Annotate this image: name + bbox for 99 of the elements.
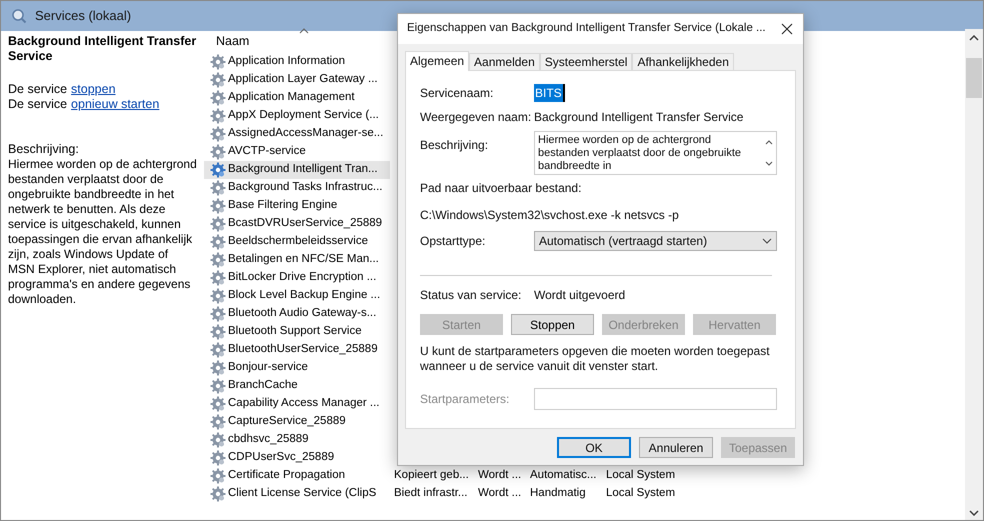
scroll-down-icon[interactable]	[765, 161, 773, 166]
gear-icon	[210, 486, 226, 502]
service-row[interactable]: AssignedAccessManager-se...	[204, 125, 390, 143]
table-cell-text: Local System	[606, 468, 676, 484]
scroll-thumb[interactable]	[966, 58, 982, 98]
action-text: De service	[8, 82, 68, 97]
gear-icon	[210, 198, 226, 214]
column-header[interactable]: Naam	[216, 32, 250, 51]
gear-icon	[210, 432, 226, 448]
service-row[interactable]: Capability Access Manager ...	[204, 395, 390, 413]
scroll-up-icon[interactable]	[969, 35, 979, 41]
table-cell-text: Handmatig	[530, 486, 587, 502]
service-row[interactable]: CaptureService_25889	[204, 413, 390, 431]
display-name-value: Background Intelligent Transfer Service	[534, 109, 744, 126]
gear-icon	[210, 144, 226, 160]
service-row[interactable]: Certificate Propagation	[204, 467, 390, 485]
action-text: De service	[8, 97, 68, 112]
service-name-value: BITS	[534, 84, 565, 102]
service-row[interactable]: Client License Service (ClipS	[204, 485, 390, 503]
gear-icon	[210, 288, 226, 304]
service-row[interactable]: Application Management	[204, 89, 390, 107]
service-row[interactable]: Application Information	[204, 53, 390, 71]
window-title: Services (lokaal)	[35, 7, 132, 26]
gear-icon	[210, 414, 226, 430]
search-icon	[11, 8, 27, 24]
description-text: Hiermee worden op de achtergrond bestanden verplaatst door de ongebruikte bandbreedte in het netwerk te benutten. Als deze service is uitgeschakeld, kunnen toepassingen die ervan afhankelijk zijn, zoals Windows Update of MSN Explorer, niet automatisch programma's en andere gegevens downloaden.	[8, 157, 197, 307]
dialog-button[interactable]: Annuleren	[639, 437, 713, 458]
table-cell-text: Wordt ...	[478, 468, 522, 484]
field-label: Status van service:	[420, 287, 522, 304]
service-title: Background Intelligent Transfer Service	[8, 34, 197, 64]
table-cell-text: Kopieert geb...	[394, 468, 470, 484]
scrollbar[interactable]	[965, 29, 983, 520]
gear-icon	[210, 90, 226, 106]
gear-icon	[210, 450, 226, 466]
service-row[interactable]: Bonjour-service	[204, 359, 390, 377]
scroll-up-icon[interactable]	[765, 140, 773, 145]
field-label: Weergegeven naam:	[420, 109, 532, 126]
service-row[interactable]: AVCTP-service	[204, 143, 390, 161]
service-row[interactable]: CDPUserSvc_25889	[204, 449, 390, 467]
gear-icon	[210, 54, 226, 70]
service-button[interactable]: Stoppen	[511, 314, 594, 335]
sort-caret-icon	[299, 28, 309, 34]
scroll-down-icon[interactable]	[969, 510, 979, 516]
service-row[interactable]: Beeldschermbeleidsservice	[204, 233, 390, 251]
service-row[interactable]: BcastDVRUserService_25889	[204, 215, 390, 233]
gear-icon	[210, 180, 226, 196]
gear-icon	[210, 234, 226, 250]
service-row[interactable]: BitLocker Drive Encryption ...	[204, 269, 390, 287]
service-row[interactable]: Bluetooth Support Service	[204, 323, 390, 341]
field-label: Opstarttype:	[420, 233, 486, 250]
service-row[interactable]: BranchCache	[204, 377, 390, 395]
service-row[interactable]: Background Tasks Infrastruc...	[204, 179, 390, 197]
gear-icon	[210, 324, 226, 340]
service-row[interactable]: Bluetooth Audio Gateway-s...	[204, 305, 390, 323]
service-row[interactable]: Betalingen en NFC/SE Man...	[204, 251, 390, 269]
tab[interactable]: Aanmelden	[469, 53, 540, 70]
gear-icon	[210, 108, 226, 124]
close-icon[interactable]	[781, 23, 793, 35]
gear-icon	[210, 468, 226, 484]
field-label: Servicenaam:	[420, 85, 494, 102]
gear-icon	[210, 252, 226, 268]
service-row[interactable]: cbdhsvc_25889	[204, 431, 390, 449]
dialog-title: Eigenschappen van Background Intelligent Transfer Service (Lokale ...	[407, 21, 766, 36]
path-label: Pad naar uitvoerbaar bestand:	[420, 180, 582, 197]
status-value: Wordt uitgevoerd	[534, 287, 626, 304]
service-row[interactable]: Block Level Backup Engine ...	[204, 287, 390, 305]
service-row[interactable]: Background Intelligent Tran...	[204, 161, 390, 179]
tab[interactable]: Algemeen	[405, 51, 470, 71]
tab[interactable]: Systeemherstel	[540, 53, 632, 70]
gear-icon	[210, 72, 226, 88]
dialog-button[interactable]: OK	[557, 437, 631, 458]
gear-icon	[210, 342, 226, 358]
gear-icon	[210, 396, 226, 412]
gear-icon	[210, 126, 226, 142]
table-cell-text: Automatisc...	[530, 468, 598, 484]
table-cell-text: Biedt infrastr...	[394, 486, 469, 502]
action-link[interactable]: stoppen	[71, 82, 116, 97]
path-value: C:\Windows\System32\svchost.exe -k netsvcs -p	[420, 207, 680, 224]
service-row[interactable]: Base Filtering Engine	[204, 197, 390, 215]
startup-type-dropdown[interactable]: Automatisch (vertraagd starten)	[534, 231, 777, 251]
description-label: Beschrijving:	[8, 142, 80, 157]
table-cell-text: Local System	[606, 486, 676, 502]
action-link[interactable]: opnieuw starten	[71, 97, 160, 112]
gear-icon	[210, 378, 226, 394]
table-cell-text: Wordt ...	[478, 486, 522, 502]
service-row[interactable]: AppX Deployment Service (...	[204, 107, 390, 125]
gear-icon	[210, 162, 226, 178]
chevron-down-icon	[762, 238, 772, 244]
field-label: Beschrijving:	[420, 137, 490, 154]
service-row[interactable]: Application Layer Gateway ...	[204, 71, 390, 89]
tab[interactable]: Afhankelijkheden	[632, 53, 734, 70]
hint-text: U kunt de startparameters opgeven die moeten worden toegepast wanneer u de service vanuit dit venster start.	[420, 344, 771, 374]
gear-icon	[210, 306, 226, 322]
service-row[interactable]: BluetoothUserService_25889	[204, 341, 390, 359]
gear-icon	[210, 216, 226, 232]
gear-icon	[210, 360, 226, 376]
field-label: Startparameters:	[420, 391, 510, 408]
description-field[interactable]: Hiermee worden op de achtergrond bestanden verplaatst door de ongebruikte bandbreedte in	[534, 131, 777, 175]
gear-icon	[210, 270, 226, 286]
